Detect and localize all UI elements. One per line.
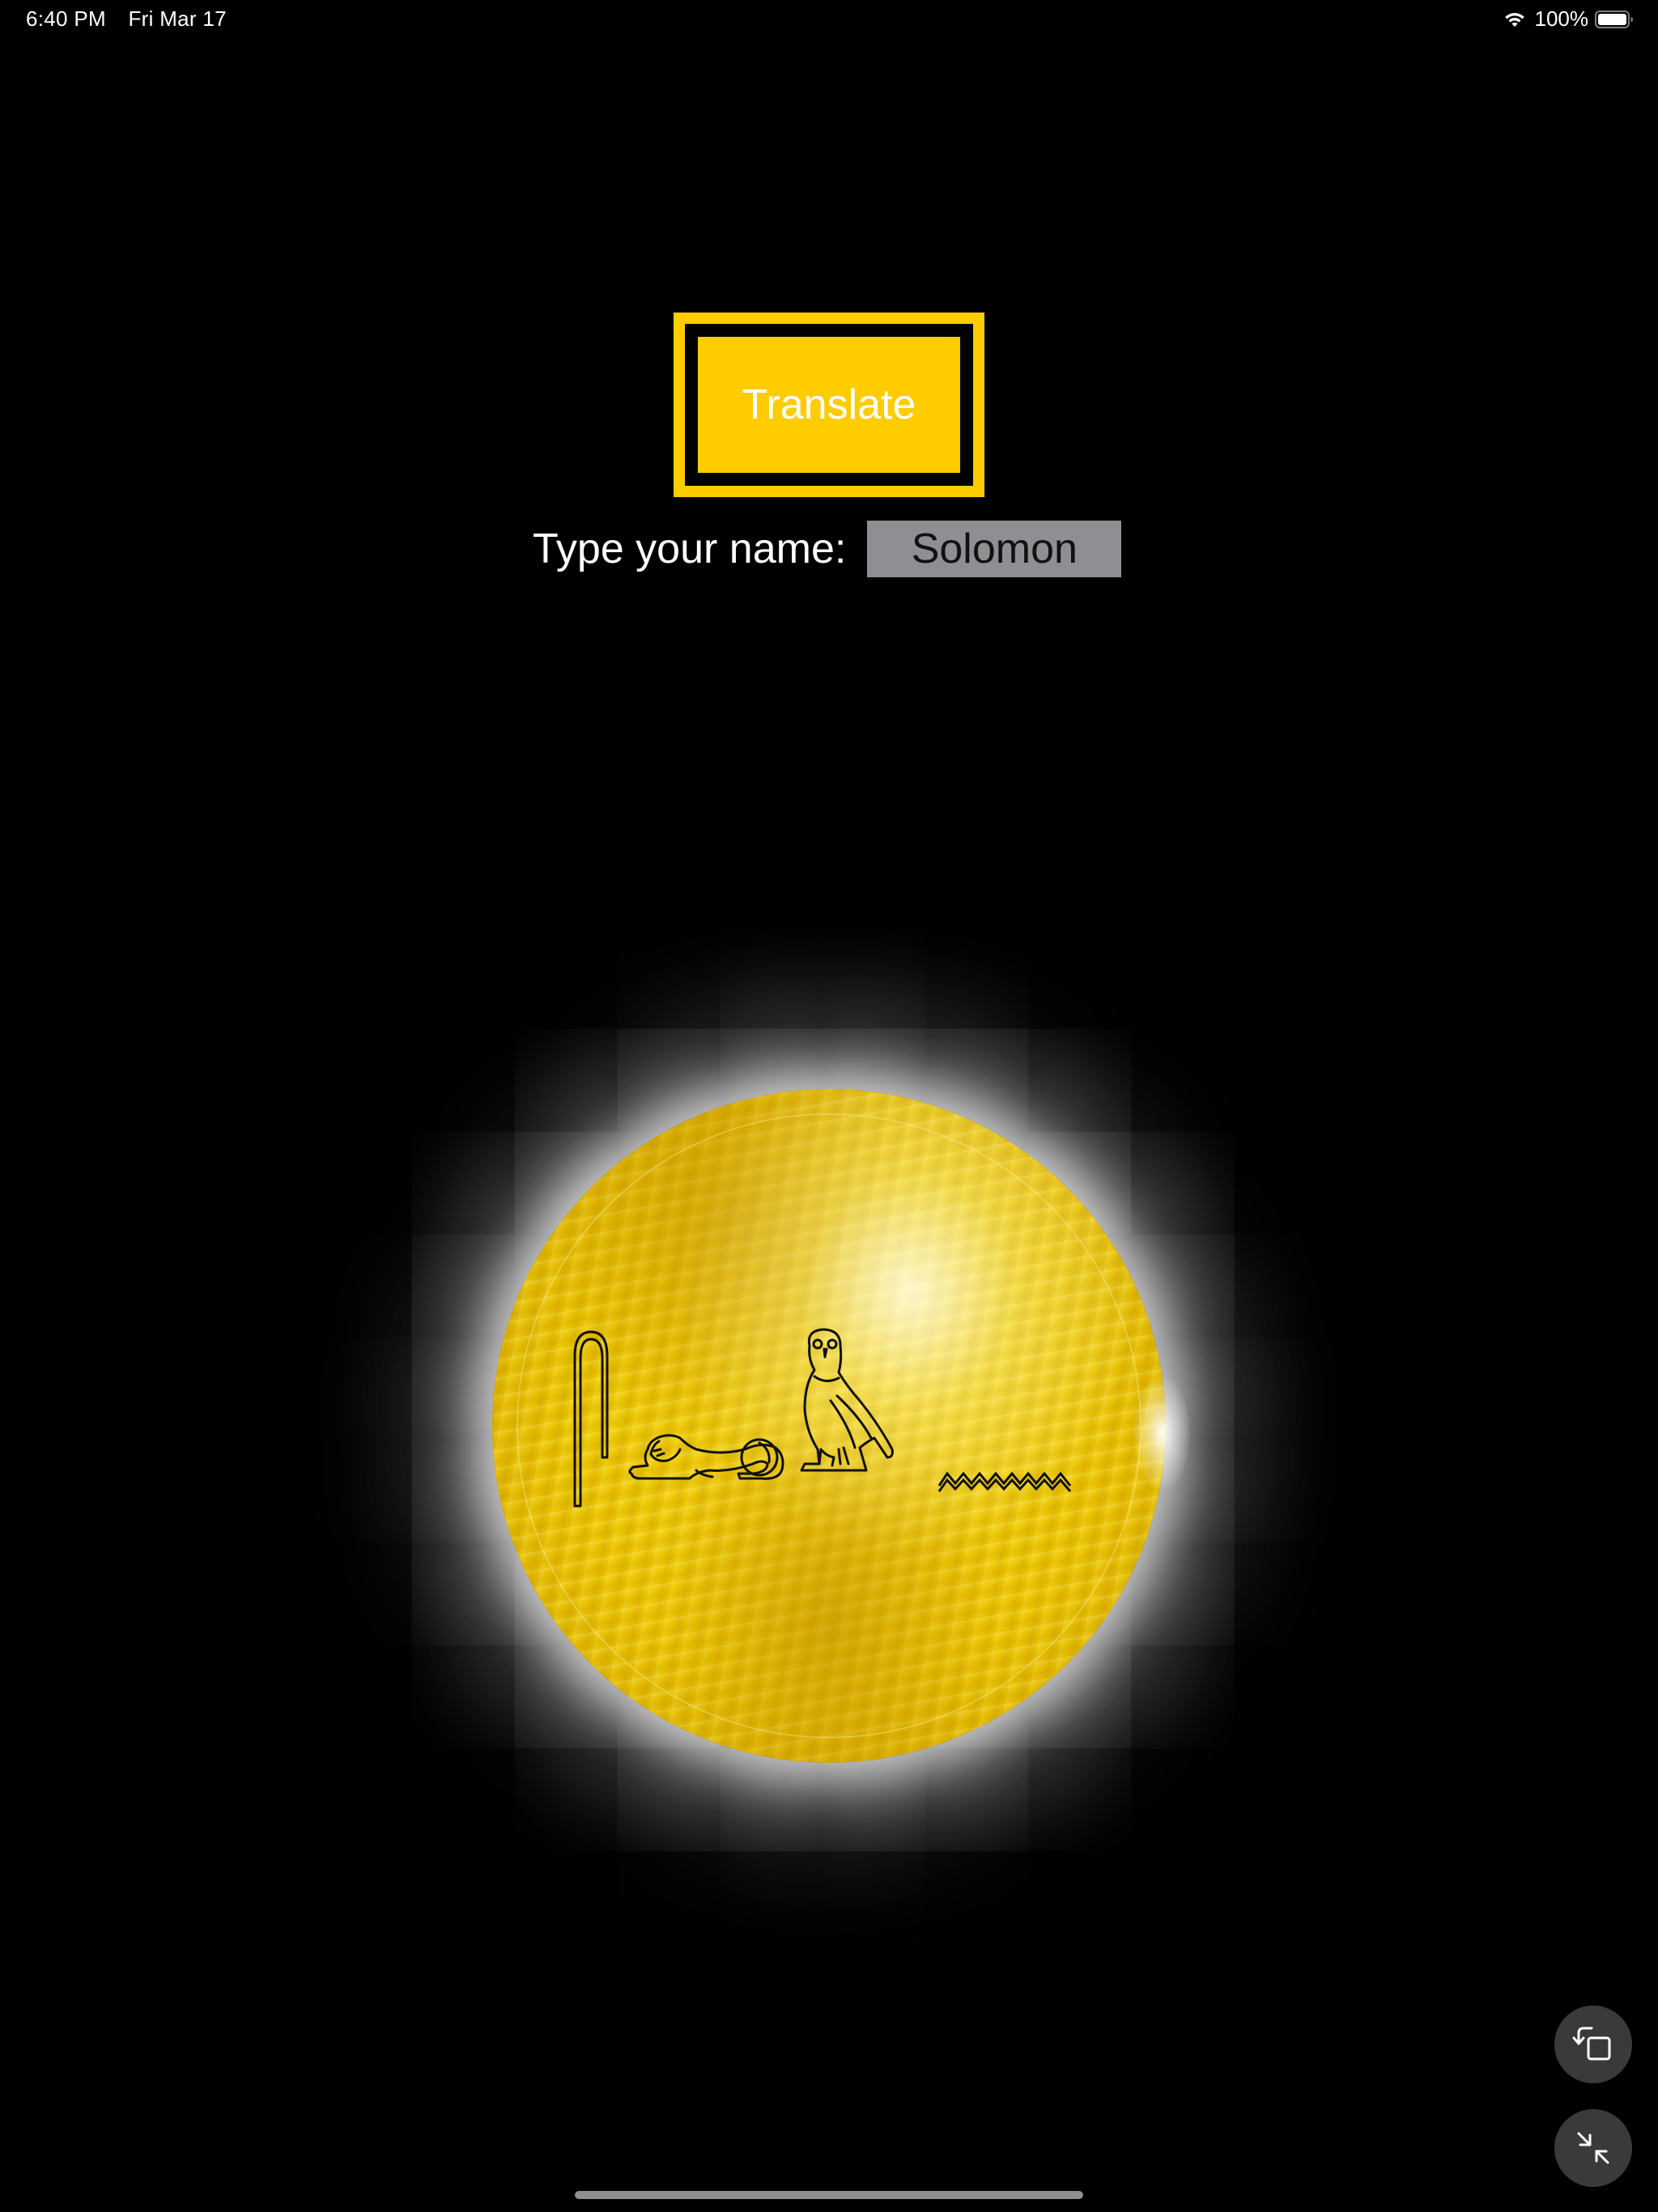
name-label: Type your name: [533, 525, 847, 572]
status-bar: 6:40 PM Fri Mar 17 100% [0, 0, 1658, 39]
app-screen: 6:40 PM Fri Mar 17 100% Translate Type y… [0, 0, 1658, 2212]
battery-icon [1595, 10, 1634, 28]
disc-edge-flare [1133, 1376, 1190, 1490]
status-time: 6:40 PM [26, 6, 106, 31]
translate-button-frame: Translate [674, 313, 984, 497]
rotate-screen-button[interactable] [1554, 2006, 1632, 2083]
owl-icon [800, 1328, 894, 1472]
hieroglyph-cartouche [573, 1328, 1072, 1508]
water-icon [937, 1471, 1072, 1492]
collapse-arrows-icon [1577, 2132, 1609, 2164]
lion-icon [628, 1434, 784, 1480]
rotate-screen-icon [1572, 2027, 1611, 2061]
battery-percent: 100% [1534, 6, 1589, 31]
status-date: Fri Mar 17 [128, 6, 227, 31]
status-left: 6:40 PM Fri Mar 17 [26, 6, 243, 32]
status-right: 100% [1503, 6, 1635, 32]
wifi-icon [1504, 12, 1524, 27]
reed-leaf-icon [573, 1330, 609, 1508]
name-input[interactable] [867, 521, 1122, 577]
translate-button-border: Translate [685, 324, 973, 486]
home-indicator[interactable] [575, 2191, 1083, 2199]
collapse-button[interactable] [1554, 2109, 1632, 2187]
name-row: Type your name: [533, 520, 1122, 578]
translate-button[interactable]: Translate [698, 337, 960, 473]
